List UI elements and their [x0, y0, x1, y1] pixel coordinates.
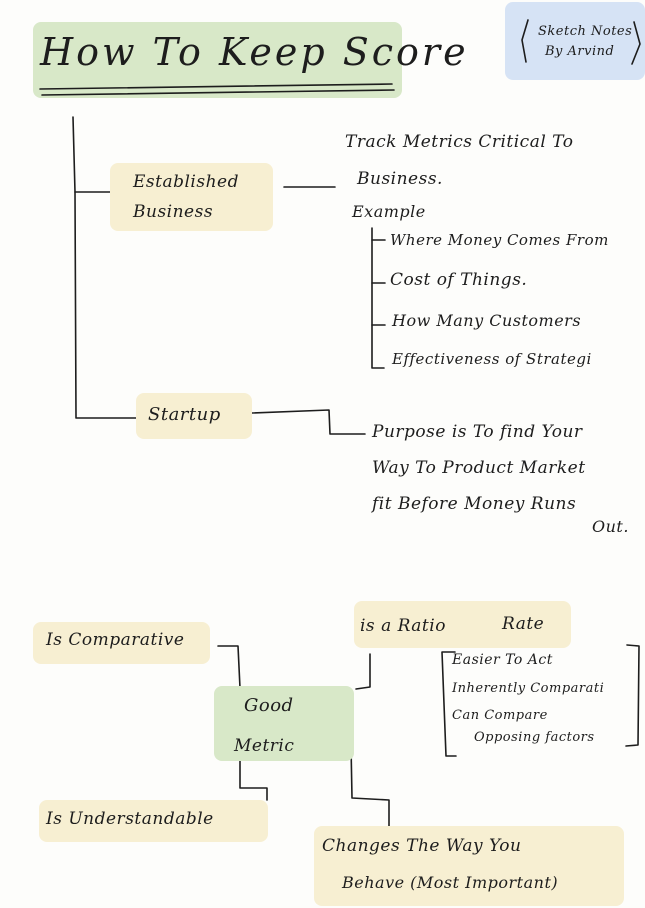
ratio-item-3: Can Compare	[452, 708, 548, 723]
startup-text-4: Out.	[592, 517, 629, 536]
badge-bracket-left	[521, 19, 529, 63]
ratio-item-2: Inherently Comparati	[452, 681, 605, 696]
example-label: Example	[352, 202, 426, 221]
link-understandable	[239, 759, 268, 801]
changes-label-1: Changes The Way You	[322, 836, 522, 856]
startup-text-1: Purpose is To find Your	[372, 422, 583, 442]
rate-label: Rate	[502, 614, 545, 634]
established-label-1: Established	[133, 172, 239, 192]
good-metric-label-1: Good	[244, 695, 294, 716]
example-item-3: How Many Customers	[392, 311, 582, 330]
example-item-1: Where Money Comes From	[390, 231, 609, 249]
ratio-bracket-right	[625, 644, 640, 747]
title-underline	[39, 83, 393, 90]
understandable-label: Is Understandable	[46, 809, 214, 829]
link-comparative	[217, 645, 241, 689]
established-text-2: Business.	[357, 169, 443, 189]
startup-label: Startup	[148, 404, 221, 425]
example-tree	[371, 227, 385, 369]
established-label-2: Business	[133, 202, 214, 222]
title-underline-2	[41, 89, 395, 96]
changes-label-2: Behave (Most Important)	[342, 873, 559, 892]
startup-text-3: fit Before Money Runs	[372, 494, 577, 514]
link-startup-text	[251, 409, 366, 435]
link-ratio	[355, 653, 371, 690]
example-item-2: Cost of Things.	[390, 270, 528, 290]
ratio-label: is a Ratio	[360, 616, 446, 636]
badge-bracket-right	[631, 21, 641, 65]
comparative-label: Is Comparative	[46, 630, 185, 650]
ratio-item-1: Easier To Act	[452, 652, 553, 668]
example-item-4: Effectiveness of Strategi	[392, 350, 592, 368]
startup-text-2: Way To Product Market	[372, 458, 586, 478]
ratio-item-4: Opposing factors	[474, 730, 595, 745]
established-text-1: Track Metrics Critical To	[345, 132, 574, 152]
good-metric-label-2: Metric	[234, 736, 295, 756]
